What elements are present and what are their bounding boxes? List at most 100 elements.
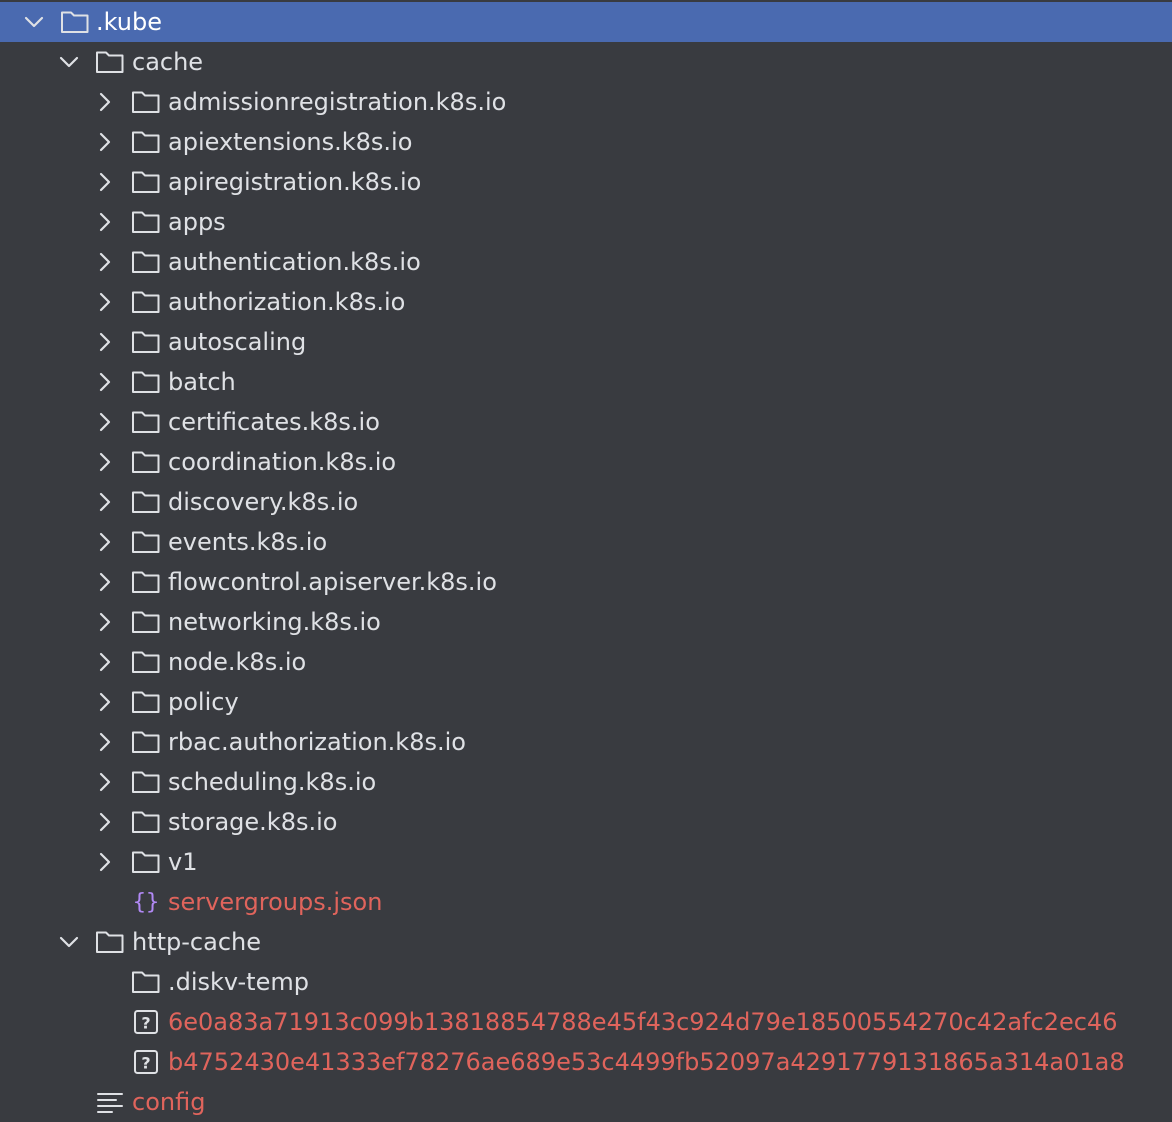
chevron-right-icon[interactable] xyxy=(93,290,117,314)
tree-row-folder[interactable]: storage.k8s.io xyxy=(0,802,1172,842)
tree-row-label: cache xyxy=(132,48,204,76)
folder-icon xyxy=(132,131,160,153)
folder-icon xyxy=(132,531,160,553)
folder-icon xyxy=(132,851,160,873)
tree-row-label: flowcontrol.apiserver.k8s.io xyxy=(168,568,497,596)
tree-row-folder[interactable]: apiregistration.k8s.io xyxy=(0,162,1172,202)
tree-row-folder[interactable]: apps xyxy=(0,202,1172,242)
chevron-right-icon[interactable] xyxy=(93,450,117,474)
tree-row-label: storage.k8s.io xyxy=(168,808,338,836)
tree-row-label: config xyxy=(132,1088,206,1116)
chevron-down-icon[interactable] xyxy=(57,930,81,954)
folder-icon xyxy=(132,811,160,833)
chevron-right-icon[interactable] xyxy=(93,650,117,674)
svg-text:?: ? xyxy=(141,1054,150,1073)
chevron-right-icon[interactable] xyxy=(93,250,117,274)
tree-row-diskv-temp[interactable]: .diskv-temp xyxy=(0,962,1172,1002)
folder-icon xyxy=(132,731,160,753)
tree-row-label: v1 xyxy=(168,848,198,876)
chevron-right-icon[interactable] xyxy=(93,770,117,794)
tree-row-config[interactable]: config xyxy=(0,1082,1172,1122)
tree-row-folder[interactable]: networking.k8s.io xyxy=(0,602,1172,642)
tree-row-label: http-cache xyxy=(132,928,261,956)
tree-row-folder[interactable]: events.k8s.io xyxy=(0,522,1172,562)
tree-row-cache-file[interactable]: ? b4752430e41333ef78276ae689e53c4499fb52… xyxy=(0,1042,1172,1082)
folder-icon xyxy=(132,331,160,353)
folder-icon xyxy=(132,251,160,273)
chevron-right-icon[interactable] xyxy=(93,370,117,394)
chevron-right-icon[interactable] xyxy=(93,730,117,754)
tree-row-label: rbac.authorization.k8s.io xyxy=(168,728,466,756)
tree-row-folder[interactable]: authentication.k8s.io xyxy=(0,242,1172,282)
tree-row-folder[interactable]: rbac.authorization.k8s.io xyxy=(0,722,1172,762)
tree-row-label: authorization.k8s.io xyxy=(168,288,406,316)
folder-icon xyxy=(132,171,160,193)
folder-icon xyxy=(132,491,160,513)
chevron-right-icon[interactable] xyxy=(93,490,117,514)
unknown-file-icon: ? xyxy=(134,1010,158,1034)
svg-text:{}: {} xyxy=(133,890,160,915)
chevron-right-icon[interactable] xyxy=(93,530,117,554)
tree-row-folder[interactable]: apiextensions.k8s.io xyxy=(0,122,1172,162)
tree-row-servergroups-json[interactable]: {} servergroups.json xyxy=(0,882,1172,922)
text-lines-icon xyxy=(97,1093,123,1113)
tree-row-folder[interactable]: v1 xyxy=(0,842,1172,882)
tree-row-label: admissionregistration.k8s.io xyxy=(168,88,507,116)
tree-row-cache[interactable]: cache xyxy=(0,42,1172,82)
chevron-right-icon[interactable] xyxy=(93,410,117,434)
tree-row-label: 6e0a83a71913c099b13818854788e45f43c924d7… xyxy=(168,1008,1118,1036)
tree-row-folder[interactable]: authorization.k8s.io xyxy=(0,282,1172,322)
tree-row-label: coordination.k8s.io xyxy=(168,448,397,476)
folder-icon xyxy=(132,451,160,473)
chevron-right-icon[interactable] xyxy=(93,850,117,874)
chevron-right-icon[interactable] xyxy=(93,690,117,714)
tree-row-folder[interactable]: node.k8s.io xyxy=(0,642,1172,682)
folder-icon xyxy=(96,51,124,73)
tree-row-folder[interactable]: discovery.k8s.io xyxy=(0,482,1172,522)
chevron-down-icon[interactable] xyxy=(22,10,46,34)
folder-icon xyxy=(132,291,160,313)
chevron-down-icon[interactable] xyxy=(57,50,81,74)
tree-row-label: scheduling.k8s.io xyxy=(168,768,377,796)
tree-row-folder[interactable]: policy xyxy=(0,682,1172,722)
tree-row-folder[interactable]: flowcontrol.apiserver.k8s.io xyxy=(0,562,1172,602)
tree-row-label: authentication.k8s.io xyxy=(168,248,421,276)
tree-row-label: policy xyxy=(168,688,239,716)
tree-row-label: .kube xyxy=(96,8,162,36)
folder-icon xyxy=(132,91,160,113)
tree-row-http-cache[interactable]: http-cache xyxy=(0,922,1172,962)
tree-row-label: batch xyxy=(168,368,236,396)
tree-row-label: events.k8s.io xyxy=(168,528,328,556)
tree-row-kube[interactable]: .kube xyxy=(0,2,1172,42)
tree-row-folder[interactable]: admissionregistration.k8s.io xyxy=(0,82,1172,122)
chevron-right-icon[interactable] xyxy=(93,330,117,354)
chevron-right-icon[interactable] xyxy=(93,170,117,194)
chevron-right-icon[interactable] xyxy=(93,570,117,594)
tree-row-label: servergroups.json xyxy=(168,888,383,916)
tree-row-cache-file[interactable]: ? 6e0a83a71913c099b13818854788e45f43c924… xyxy=(0,1002,1172,1042)
tree-row-label: apiextensions.k8s.io xyxy=(168,128,413,156)
chevron-right-icon[interactable] xyxy=(93,610,117,634)
folder-icon xyxy=(96,931,124,953)
tree-row-folder[interactable]: batch xyxy=(0,362,1172,402)
chevron-right-icon[interactable] xyxy=(93,810,117,834)
project-tree: .kube cache admissionregistration.k8s.io… xyxy=(0,0,1172,1122)
svg-text:?: ? xyxy=(141,1014,150,1033)
chevron-right-icon[interactable] xyxy=(93,210,117,234)
tree-row-folder[interactable]: coordination.k8s.io xyxy=(0,442,1172,482)
folder-icon xyxy=(132,411,160,433)
tree-row-folder[interactable]: autoscaling xyxy=(0,322,1172,362)
tree-row-label: .diskv-temp xyxy=(168,968,309,996)
tree-row-label: discovery.k8s.io xyxy=(168,488,359,516)
chevron-right-icon[interactable] xyxy=(93,130,117,154)
folder-icon xyxy=(132,771,160,793)
folder-icon xyxy=(132,691,160,713)
tree-row-folder[interactable]: certificates.k8s.io xyxy=(0,402,1172,442)
folder-icon xyxy=(132,211,160,233)
chevron-right-icon[interactable] xyxy=(93,90,117,114)
tree-row-label: autoscaling xyxy=(168,328,307,356)
tree-row-label: b4752430e41333ef78276ae689e53c4499fb5209… xyxy=(168,1048,1125,1076)
tree-row-folder[interactable]: scheduling.k8s.io xyxy=(0,762,1172,802)
folder-icon xyxy=(132,371,160,393)
tree-row-label: apps xyxy=(168,208,226,236)
